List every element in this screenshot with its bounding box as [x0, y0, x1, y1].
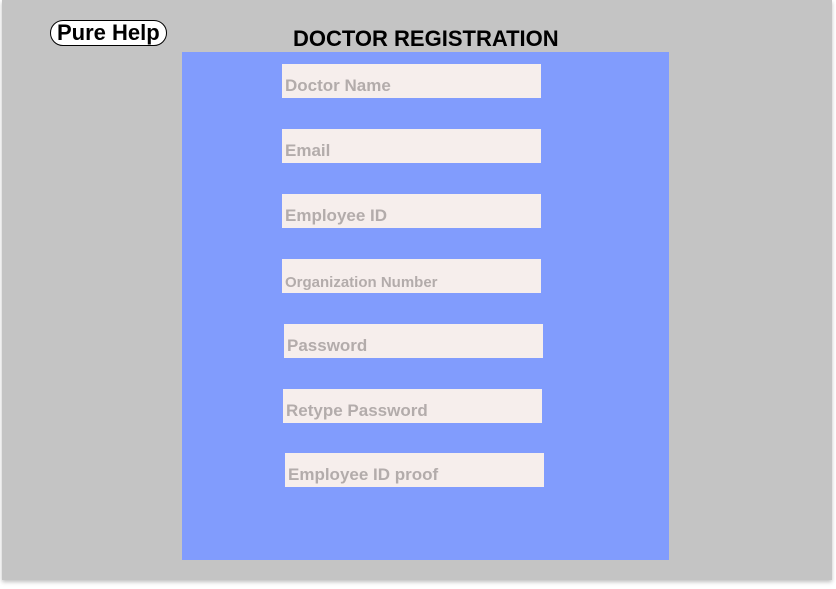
logo-text: Pure Help — [57, 20, 160, 45]
employee-id-proof-field[interactable]: Employee ID proof — [285, 453, 544, 487]
employee-id-field[interactable]: Employee ID — [282, 194, 541, 228]
registration-form: Doctor Name Email Employee ID Organizati… — [182, 52, 669, 560]
page-canvas: Pure Help DOCTOR REGISTRATION Doctor Nam… — [2, 0, 832, 580]
retype-password-field[interactable]: Retype Password — [283, 389, 542, 423]
employee-id-proof-placeholder: Employee ID proof — [288, 465, 439, 484]
email-field[interactable]: Email — [282, 129, 541, 163]
doctor-name-field[interactable]: Doctor Name — [282, 64, 541, 98]
page-title: DOCTOR REGISTRATION — [293, 26, 559, 51]
employee-id-placeholder: Employee ID — [285, 206, 388, 225]
logo[interactable]: Pure Help — [50, 20, 167, 46]
password-field[interactable]: Password — [284, 324, 543, 358]
retype-password-placeholder: Retype Password — [286, 401, 428, 420]
doctor-name-placeholder: Doctor Name — [285, 76, 391, 95]
password-placeholder: Password — [287, 336, 368, 355]
organization-number-field[interactable]: Organization Number — [282, 259, 541, 293]
organization-number-placeholder: Organization Number — [285, 274, 438, 291]
email-placeholder: Email — [285, 141, 331, 160]
